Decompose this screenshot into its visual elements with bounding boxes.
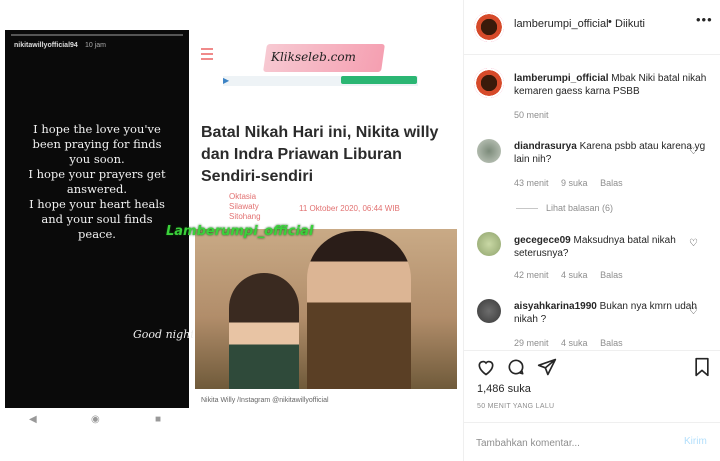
list-item: diandrasurya Karena psbb atau karena yg …	[514, 140, 710, 166]
author-line: Silawaty	[229, 202, 259, 211]
story-line: I hope the love you've	[33, 122, 161, 136]
story-time: 10 jam	[85, 42, 107, 49]
reply-button[interactable]: Balas	[600, 178, 623, 188]
story-line: I hope your prayers get	[28, 167, 166, 181]
story-closing: Good night	[133, 328, 195, 341]
comment-avatar[interactable]	[477, 299, 501, 323]
share-icon[interactable]	[537, 357, 557, 377]
story-username: nikitawillyofficial94	[14, 42, 78, 49]
caption-time: 50 menit	[514, 110, 549, 120]
comment-likes[interactable]: 9 suka	[561, 178, 588, 188]
comment-username[interactable]: gecegece09	[514, 235, 571, 246]
author-line: Sitohang	[229, 212, 261, 221]
reply-button[interactable]: Balas	[600, 338, 623, 348]
story-line: I hope your heart heals	[29, 197, 165, 211]
comment-meta: 42 menit 4 suka Balas	[514, 270, 633, 280]
photo-caption: Nikita Willy /Instagram @nikitawillyoffi…	[201, 397, 329, 404]
comment-input[interactable]	[476, 435, 666, 451]
recents-square-icon: ■	[155, 414, 162, 425]
android-nav-bar: ◀ ◉ ■	[5, 408, 189, 432]
story-line: and your soul finds	[41, 212, 153, 226]
watermark: Lamberumpi_official	[166, 224, 314, 239]
comment-time: 29 menit	[514, 338, 549, 348]
post-comment-button[interactable]: Kirim	[684, 436, 707, 447]
replies-line	[516, 208, 538, 210]
more-options-icon[interactable]: •••	[696, 12, 713, 27]
likes-count[interactable]: 1,486 suka	[477, 383, 531, 395]
story-line: been praying for finds	[32, 137, 162, 151]
comment-username[interactable]: aisyahkarina1990	[514, 301, 597, 312]
post-side-panel: lamberumpi_official • Diikuti ••• lamber…	[463, 0, 720, 461]
article-title: Batal Nikah Hari ini, Nikita willy dan I…	[201, 124, 439, 185]
header-username[interactable]: lamberumpi_official	[514, 18, 609, 30]
comment-likes[interactable]: 4 suka	[561, 338, 588, 348]
post-header: lamberumpi_official • Diikuti •••	[464, 0, 720, 55]
avatar[interactable]	[474, 12, 504, 42]
posted-time: 50 MENIT YANG LALU	[477, 403, 555, 410]
post-media[interactable]: nikitawillyofficial94 10 jam I hope the …	[0, 0, 463, 461]
back-triangle-icon: ◀	[29, 414, 37, 425]
heart-icon[interactable]	[476, 357, 496, 377]
list-item: aisyahkarina1990 Bukan nya kmrn udah nik…	[514, 300, 710, 326]
comment-time: 42 menit	[514, 270, 549, 280]
add-comment-bar: Kirim	[464, 422, 720, 461]
site-logo: Klikseleb.com	[271, 50, 356, 64]
hamburger-menu-icon	[201, 48, 213, 63]
post-actions	[464, 350, 720, 382]
photo-person-woman	[229, 273, 299, 389]
author-line: Oktasia	[229, 192, 257, 201]
caption-username[interactable]: lamberumpi_official	[514, 73, 608, 84]
comment-username[interactable]: diandrasurya	[514, 141, 577, 152]
reply-button[interactable]: Balas	[600, 270, 623, 280]
view-replies-label: Lihat balasan (6)	[546, 203, 614, 213]
like-heart-icon[interactable]: ♡	[689, 238, 698, 249]
comment-likes[interactable]: 4 suka	[561, 270, 588, 280]
story-screenshot: nikitawillyofficial94 10 jam I hope the …	[5, 30, 195, 408]
article-author: Oktasia Silawaty Sitohang	[229, 192, 261, 222]
comments-list[interactable]: lamberumpi_official Mbak Niki batal nika…	[464, 56, 720, 348]
like-heart-icon[interactable]: ♡	[689, 146, 698, 157]
story-line: peace.	[78, 227, 116, 241]
instagram-post-view: nikitawillyofficial94 10 jam I hope the …	[0, 0, 720, 461]
comment-avatar[interactable]	[477, 139, 501, 163]
photo-person-man	[307, 231, 411, 389]
ad-button	[341, 76, 417, 84]
bookmark-icon[interactable]	[693, 357, 711, 377]
story-line: answered.	[66, 182, 128, 196]
comment-meta: 43 menit 9 suka Balas	[514, 178, 633, 188]
article-photo	[195, 229, 457, 389]
view-replies-button[interactable]: Lihat balasan (6)	[516, 203, 613, 213]
comment-avatar[interactable]	[477, 232, 501, 256]
story-quote: I hope the love you've been praying for …	[13, 122, 181, 242]
article-date: 11 Oktober 2020, 06:44 WIB	[299, 204, 400, 213]
caption: lamberumpi_official Mbak Niki batal nika…	[514, 72, 710, 98]
story-line: you soon.	[69, 152, 125, 166]
caption-avatar[interactable]	[474, 68, 504, 98]
comment-icon[interactable]	[506, 357, 526, 377]
list-item: gecegece09 Maksudnya batal nikah seterus…	[514, 234, 710, 260]
ad-choices-icon: ▶	[223, 76, 230, 85]
story-progress-bar	[11, 34, 183, 36]
separator-dot: •	[608, 16, 612, 28]
comment-meta: 29 menit 4 suka Balas	[514, 338, 633, 348]
like-heart-icon[interactable]: ♡	[689, 306, 698, 317]
home-circle-icon: ◉	[91, 414, 100, 425]
comment-time: 43 menit	[514, 178, 549, 188]
follow-status[interactable]: Diikuti	[615, 18, 645, 30]
